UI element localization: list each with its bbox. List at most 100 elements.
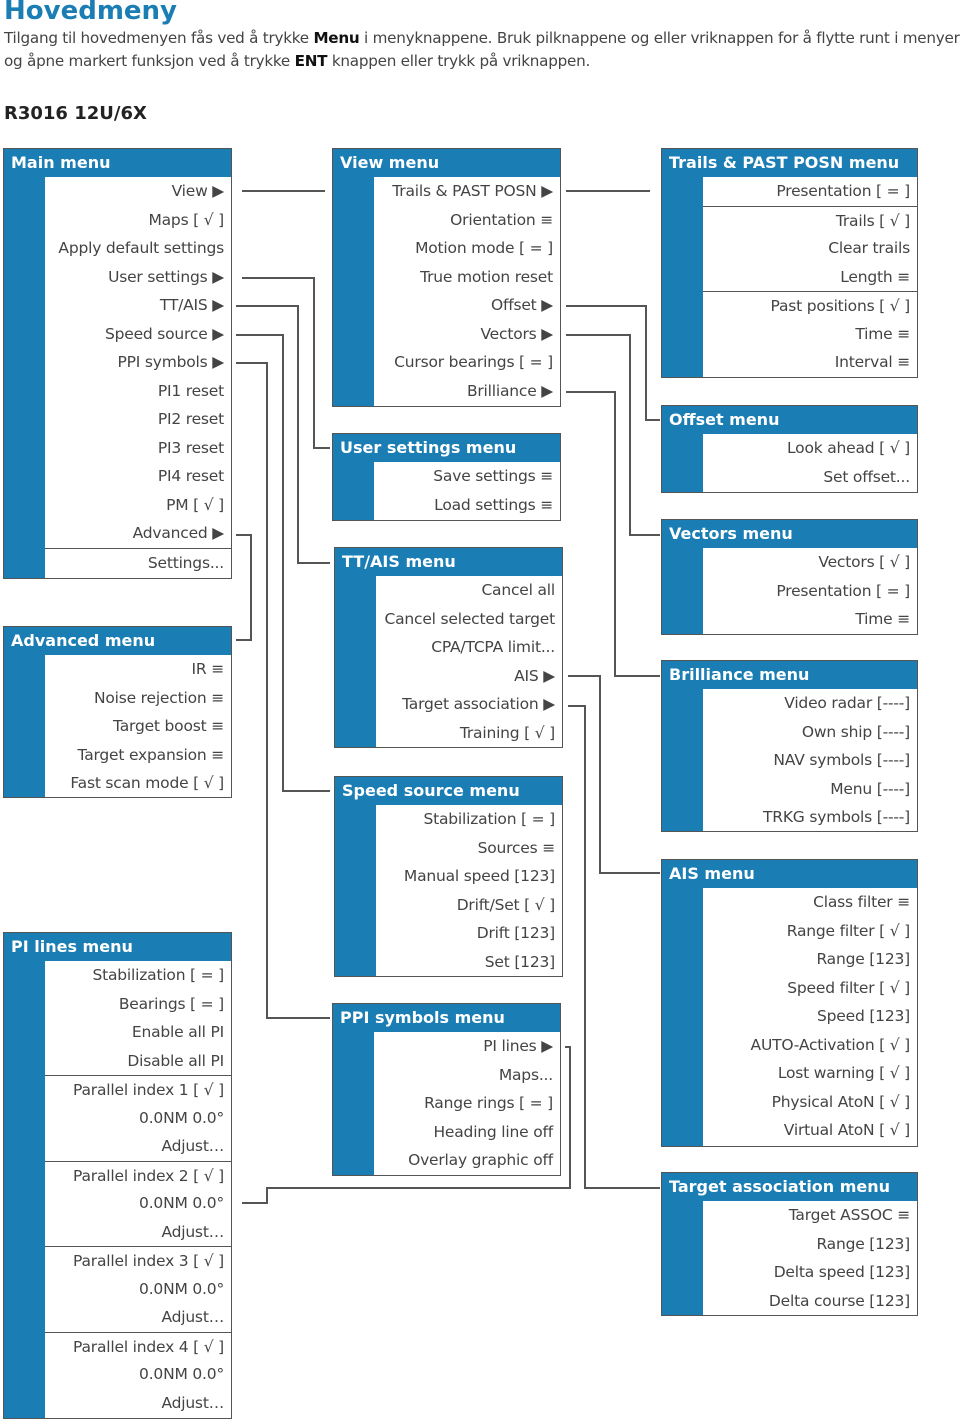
- menu-items: Save settings ≡ Load settings ≡: [374, 462, 560, 520]
- menu-item[interactable]: NAV symbols [----]: [703, 746, 917, 775]
- menu-item[interactable]: Target ASSOC ≡: [703, 1201, 917, 1230]
- menu-item[interactable]: Presentation [ = ]: [703, 177, 917, 206]
- menu-item[interactable]: Fast scan mode [ √ ]: [45, 769, 231, 798]
- menu-item[interactable]: Class filter ≡: [703, 888, 917, 917]
- menu-title: AIS menu: [669, 864, 755, 883]
- menu-items: Look ahead [ √ ] Set offset...: [703, 434, 917, 492]
- menu-item[interactable]: Advanced ▶: [45, 519, 231, 548]
- menu-item[interactable]: Cancel selected target: [376, 605, 562, 634]
- menu-item[interactable]: Maps [ √ ]: [45, 206, 231, 235]
- menu-item[interactable]: Manual speed [123]: [376, 862, 562, 891]
- menu-item[interactable]: 0.0NM 0.0°: [45, 1189, 231, 1218]
- menu-item[interactable]: Heading line off: [374, 1118, 560, 1147]
- menu-item[interactable]: PI3 reset: [45, 434, 231, 463]
- menu-item[interactable]: Target boost ≡: [45, 712, 231, 741]
- menu-item[interactable]: Speed filter [ √ ]: [703, 974, 917, 1003]
- menu-item[interactable]: 0.0NM 0.0°: [45, 1275, 231, 1304]
- menu-item[interactable]: Bearings [ = ]: [45, 990, 231, 1019]
- menu-item[interactable]: Menu [----]: [703, 775, 917, 804]
- menu-item[interactable]: User settings ▶: [45, 263, 231, 292]
- menu-item[interactable]: Range rings [ = ]: [374, 1089, 560, 1118]
- menu-item[interactable]: TT/AIS ▶: [45, 291, 231, 320]
- menu-item[interactable]: Delta speed [123]: [703, 1258, 917, 1287]
- menu-item[interactable]: Own ship [----]: [703, 718, 917, 747]
- menu-item[interactable]: 0.0NM 0.0°: [45, 1104, 231, 1133]
- menu-item[interactable]: PI1 reset: [45, 377, 231, 406]
- menu-item[interactable]: PI4 reset: [45, 462, 231, 491]
- menu-item[interactable]: Cursor bearings [ = ]: [374, 348, 560, 377]
- menu-item[interactable]: Adjust…: [45, 1218, 231, 1247]
- menu-item[interactable]: AIS ▶: [376, 662, 562, 691]
- menu-item[interactable]: Parallel index 3 [ √ ]: [45, 1246, 231, 1275]
- menu-item[interactable]: Save settings ≡: [374, 462, 560, 491]
- menu-item[interactable]: True motion reset: [374, 263, 560, 292]
- menu-item[interactable]: Adjust…: [45, 1303, 231, 1332]
- menu-item[interactable]: Range filter [ √ ]: [703, 917, 917, 946]
- menu-item[interactable]: Interval ≡: [703, 348, 917, 377]
- menu-item[interactable]: Look ahead [ √ ]: [703, 434, 917, 463]
- menu-item[interactable]: Delta course [123]: [703, 1287, 917, 1316]
- menu-item[interactable]: Load settings ≡: [374, 491, 560, 520]
- menu-item[interactable]: Vectors ▶: [374, 320, 560, 349]
- menu-item[interactable]: Trails & PAST POSN ▶: [374, 177, 560, 206]
- menu-item[interactable]: Overlay graphic off: [374, 1146, 560, 1175]
- menu-item[interactable]: Stabilization [ = ]: [45, 961, 231, 990]
- menu-item[interactable]: View ▶: [45, 177, 231, 206]
- menu-item[interactable]: Range [123]: [703, 1230, 917, 1259]
- connector-target-association: [568, 705, 660, 1189]
- menu-item[interactable]: Video radar [----]: [703, 689, 917, 718]
- menu-item[interactable]: Motion mode [ = ]: [374, 234, 560, 263]
- menu-item[interactable]: Adjust…: [45, 1132, 231, 1161]
- menu-item[interactable]: CPA/TCPA limit...: [376, 633, 562, 662]
- menu-item[interactable]: Offset ▶: [374, 291, 560, 320]
- menu-item[interactable]: Drift/Set [ √ ]: [376, 891, 562, 920]
- menu-item[interactable]: Maps...: [374, 1061, 560, 1090]
- menu-item[interactable]: Past positions [ √ ]: [703, 291, 917, 320]
- menu-item[interactable]: Sources ≡: [376, 834, 562, 863]
- menu-item[interactable]: Brilliance ▶: [374, 377, 560, 406]
- menu-item[interactable]: Virtual AtoN [ √ ]: [703, 1116, 917, 1145]
- menu-item[interactable]: Stabilization [ = ]: [376, 805, 562, 834]
- menu-item[interactable]: Target association ▶: [376, 690, 562, 719]
- menu-item[interactable]: Cancel all: [376, 576, 562, 605]
- menu-item[interactable]: Time ≡: [703, 605, 917, 634]
- menu-item[interactable]: Speed [123]: [703, 1002, 917, 1031]
- menu-item[interactable]: Set [123]: [376, 948, 562, 977]
- menu-item[interactable]: Target expansion ≡: [45, 741, 231, 770]
- menu-item[interactable]: Physical AtoN [ √ ]: [703, 1088, 917, 1117]
- menu-item[interactable]: PPI symbols ▶: [45, 348, 231, 377]
- menu-item[interactable]: Drift [123]: [376, 919, 562, 948]
- menu-item[interactable]: Parallel index 1 [ √ ]: [45, 1075, 231, 1104]
- menu-item[interactable]: Vectors [ √ ]: [703, 548, 917, 577]
- menu-item[interactable]: Presentation [ = ]: [703, 577, 917, 606]
- menu-item[interactable]: Settings...: [45, 547, 231, 577]
- menu-item[interactable]: Range [123]: [703, 945, 917, 974]
- trails-menu: Trails & PAST POSN menu Presentation [ = …: [661, 148, 918, 378]
- menu-item[interactable]: Time ≡: [703, 320, 917, 349]
- menu-item[interactable]: Lost warning [ √ ]: [703, 1059, 917, 1088]
- menu-item[interactable]: Orientation ≡: [374, 206, 560, 235]
- menu-item[interactable]: PI2 reset: [45, 405, 231, 434]
- menu-item[interactable]: Training [ √ ]: [376, 719, 562, 748]
- menu-item[interactable]: Adjust…: [45, 1389, 231, 1418]
- menu-item[interactable]: Parallel index 4 [ √ ]: [45, 1331, 231, 1361]
- menu-item[interactable]: Noise rejection ≡: [45, 684, 231, 713]
- menu-item[interactable]: Enable all PI: [45, 1018, 231, 1047]
- menu-title: Speed source menu: [342, 781, 520, 800]
- menu-item[interactable]: Apply default settings: [45, 234, 231, 263]
- menu-items: Video radar [----] Own ship [----] NAV sym…: [703, 689, 917, 831]
- menu-item[interactable]: PM [ √ ]: [45, 491, 231, 520]
- menu-item[interactable]: Disable all PI: [45, 1047, 231, 1076]
- menu-item[interactable]: Length ≡: [703, 263, 917, 292]
- menu-item[interactable]: Parallel index 2 [ √ ]: [45, 1160, 231, 1190]
- menu-item[interactable]: Speed source ▶: [45, 320, 231, 349]
- menu-items: Cancel all Cancel selected target CPA/TCPA…: [376, 576, 562, 747]
- menu-item[interactable]: Clear trails: [703, 234, 917, 263]
- menu-item[interactable]: IR ≡: [45, 655, 231, 684]
- menu-item[interactable]: TRKG symbols [----]: [703, 803, 917, 832]
- menu-item[interactable]: PI lines ▶: [374, 1032, 560, 1061]
- menu-item[interactable]: 0.0NM 0.0°: [45, 1360, 231, 1389]
- menu-item[interactable]: Set offset...: [703, 463, 917, 492]
- menu-item[interactable]: AUTO-Activation [ √ ]: [703, 1031, 917, 1060]
- menu-item[interactable]: Trails [ √ ]: [703, 205, 917, 235]
